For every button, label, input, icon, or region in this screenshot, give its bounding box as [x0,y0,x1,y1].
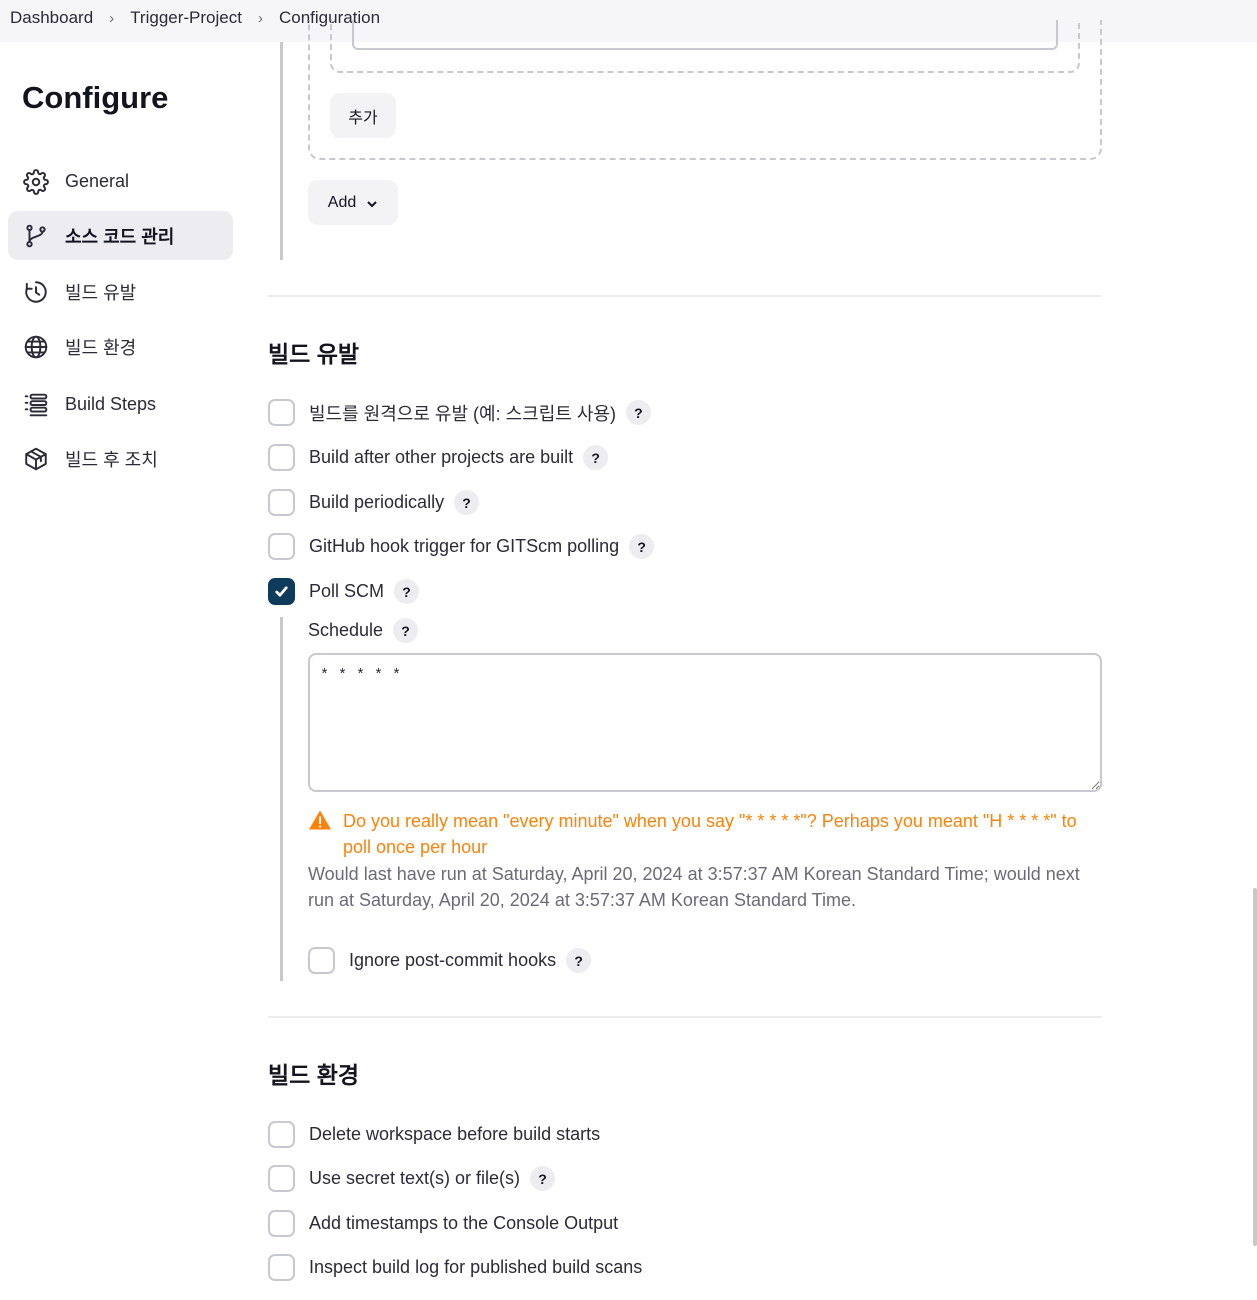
trigger-github-hook-option: GitHub hook trigger for GITScm polling ? [268,533,655,560]
option-label: Poll SCM [309,581,385,601]
trigger-remote-checkbox[interactable] [268,399,295,426]
env-timestamps-option: Add timestamps to the Console Output [268,1210,618,1237]
sidebar-item-general[interactable]: General [8,157,233,206]
help-icon[interactable]: ? [625,400,651,425]
clock-icon [22,278,50,306]
sidebar-item-build-steps[interactable]: Build Steps [8,380,233,429]
option-label: Build periodically [309,492,445,512]
option-label: GitHub hook trigger for GITScm polling [309,536,620,556]
sidebar-item-scm[interactable]: 소스 코드 관리 [8,211,233,260]
env-inspect-build-log-option: Inspect build log for published build sc… [268,1254,642,1281]
trigger-github-hook-checkbox[interactable] [268,533,295,560]
ignore-post-commit-checkbox[interactable] [308,947,335,974]
env-secret-text-option: Use secret text(s) or file(s) ? [268,1165,556,1192]
checkmark-icon [275,586,288,597]
trigger-after-other-option: Build after other projects are built ? [268,444,609,471]
chevron-right-icon: › [257,9,263,27]
env-delete-workspace-option: Delete workspace before build starts [268,1121,600,1148]
help-icon[interactable]: ? [394,579,420,604]
list-icon [22,391,50,419]
sidebar-item-label: Build Steps [65,394,157,414]
sidebar-item-label: 빌드 유발 [65,282,137,303]
sidebar-item-label: 빌드 후 조치 [65,449,158,470]
env-secret-text-checkbox[interactable] [268,1165,295,1192]
sidebar-item-build-triggers[interactable]: 빌드 유발 [8,267,233,316]
divider [268,295,1102,297]
option-label: Delete workspace before build starts [309,1124,601,1144]
sidebar-item-label: General [65,171,130,191]
option-label: Build after other projects are built [309,447,574,467]
env-inspect-build-log-checkbox[interactable] [268,1254,295,1281]
warning-icon [308,809,334,833]
package-icon [22,445,50,473]
trigger-periodically-option: Build periodically ? [268,489,480,516]
help-icon[interactable]: ? [530,1166,556,1191]
sidebar-item-label: 소스 코드 관리 [65,226,175,247]
add-button[interactable]: Add [308,180,398,225]
env-delete-workspace-checkbox[interactable] [268,1121,295,1148]
schedule-input[interactable] [308,653,1102,792]
option-label: Add timestamps to the Console Output [309,1213,619,1233]
globe-icon [22,333,50,361]
trigger-after-other-checkbox[interactable] [268,444,295,471]
help-icon[interactable]: ? [583,445,609,470]
scrollbar[interactable] [1253,888,1257,1246]
section-title-build-triggers: 빌드 유발 [268,341,360,367]
page-title: Configure [22,80,169,115]
chevron-down-icon [366,197,378,209]
schedule-info: Would last have run at Saturday, April 2… [308,864,1080,910]
breadcrumb-dashboard[interactable]: Dashboard [10,8,93,28]
divider [268,1016,1102,1018]
help-icon[interactable]: ? [566,948,592,973]
trigger-remote-option: 빌드를 원격으로 유발 (예: 스크립트 사용) ? [268,399,651,426]
warning-text: Do you really mean "every minute" when y… [343,811,1077,857]
schedule-warning: Do you really mean "every minute" when y… [308,808,1108,860]
help-icon[interactable]: ? [454,490,480,515]
option-label: Ignore post-commit hooks [349,950,557,970]
env-timestamps-checkbox[interactable] [268,1210,295,1237]
trigger-poll-scm-checkbox[interactable] [268,578,295,605]
schedule-label: Schedule ? [308,618,419,643]
trigger-periodically-checkbox[interactable] [268,489,295,516]
repository-field[interactable] [352,20,1058,50]
chevron-right-icon: › [109,9,115,27]
breadcrumb-trigger-project[interactable]: Trigger-Project [130,8,242,28]
option-label: 빌드를 원격으로 유발 (예: 스크립트 사용) [309,403,616,424]
poll-scm-indent-line [280,617,283,981]
schedule-label-text: Schedule [308,620,384,640]
section-title-build-environment: 빌드 환경 [268,1062,360,1088]
section-indent-line [280,42,283,260]
option-label: Use secret text(s) or file(s) [309,1168,521,1188]
option-label: Inspect build log for published build sc… [309,1257,643,1277]
help-icon[interactable]: ? [393,618,419,643]
sidebar-item-build-environment[interactable]: 빌드 환경 [8,322,233,371]
sidebar-item-label: 빌드 환경 [65,337,137,358]
ignore-post-commit-option: Ignore post-commit hooks ? [308,947,592,974]
gear-icon [22,168,50,196]
branch-icon [22,222,50,250]
add-button-label: Add [327,193,357,211]
add-inner-button[interactable]: 추가 [330,93,396,138]
help-icon[interactable]: ? [629,534,655,559]
sidebar-item-post-build[interactable]: 빌드 후 조치 [8,434,233,483]
trigger-poll-scm-option: Poll SCM ? [268,578,420,605]
